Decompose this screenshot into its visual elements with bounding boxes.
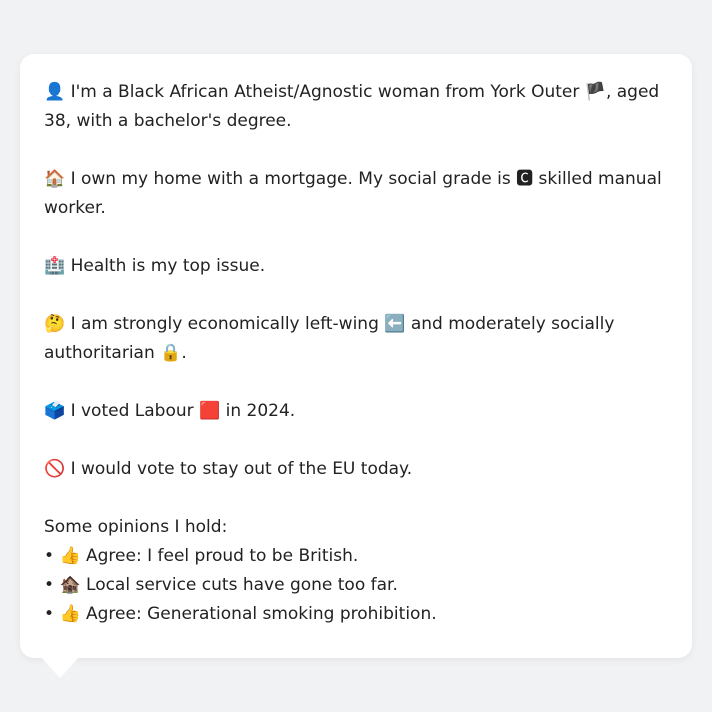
issue-text: Health is my top issue. [70,256,266,276]
grade-c-icon: 🅲 [516,169,534,189]
opinions-heading: Some opinions I hold: [44,517,228,537]
politics-text-a: I am strongly economically left-wing [70,314,385,334]
bubble-tail [40,656,80,678]
lock-icon: 🔒 [160,343,182,363]
identity-line: 👤 I'm a Black African Atheist/Agnostic w… [44,78,668,136]
list-item: • 👍 Agree: I feel proud to be British. [44,542,668,571]
politics-text-c: . [181,343,187,363]
hospital-icon: 🏥 [44,256,66,276]
list-item: • 👍 Agree: Generational smoking prohibit… [44,600,668,629]
opinion-text: Agree: Generational smoking prohibition. [86,604,437,624]
person-icon: 👤 [44,82,66,102]
bullet-dot: • [44,604,55,624]
politics-line: 🤔 I am strongly economically left-wing ⬅… [44,310,668,368]
message-bubble: 👤 I'm a Black African Atheist/Agnostic w… [20,54,692,658]
england-flag-icon: 🏴 [584,82,606,102]
opinion-text: Agree: I feel proud to be British. [86,546,359,566]
ballot-box-icon: 🗳️ [44,401,66,421]
vote-line: 🗳️ I voted Labour 🟥 in 2024. [44,397,668,426]
home-line: 🏠 I own my home with a mortgage. My soci… [44,165,668,223]
thumbs-up-icon: 👍 [59,604,81,624]
thinking-face-icon: 🤔 [44,314,66,334]
thumbs-up-icon: 👍 [59,546,81,566]
prohibited-icon: 🚫 [44,459,66,479]
home-text-a: I own my home with a mortgage. My social… [70,169,517,189]
identity-text-a: I'm a Black African Atheist/Agnostic wom… [70,82,585,102]
vote-text-a: I voted Labour [70,401,200,421]
bullet-dot: • [44,575,55,595]
vote-text-b: in 2024. [220,401,296,421]
eu-text: I would vote to stay out of the EU today… [70,459,413,479]
bullet-dot: • [44,546,55,566]
red-square-icon: 🟥 [199,401,221,421]
opinion-text: Local service cuts have gone too far. [86,575,398,595]
eu-line: 🚫 I would vote to stay out of the EU tod… [44,455,668,484]
derelict-house-icon: 🏚️ [59,575,81,595]
house-icon: 🏠 [44,169,66,189]
issue-line: 🏥 Health is my top issue. [44,252,668,281]
left-arrow-icon: ⬅️ [384,314,406,334]
list-item: • 🏚️ Local service cuts have gone too fa… [44,571,668,600]
